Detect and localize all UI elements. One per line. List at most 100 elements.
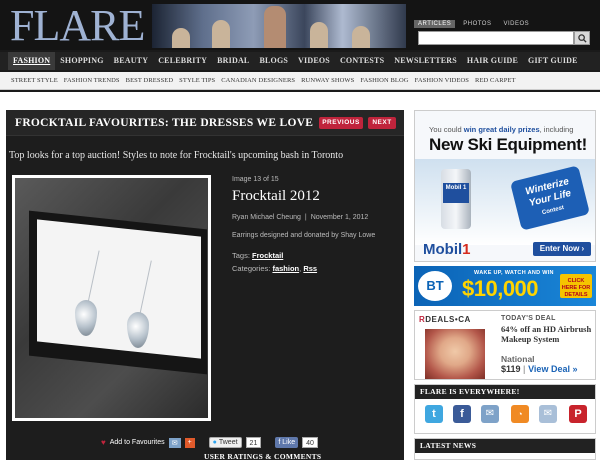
category-separator: ,: [299, 264, 302, 273]
twitter-bird-icon: ●: [212, 439, 217, 446]
tweet-count: 21: [245, 437, 262, 448]
nav-item-fashion[interactable]: FASHION: [8, 52, 56, 70]
ad-mobil-line1: You could win great daily prizes, includ…: [429, 125, 573, 134]
plus-share-icon[interactable]: +: [184, 437, 195, 448]
bt-prize-amount: $10,000: [462, 276, 539, 301]
site-header: FLARE ARTICLES PHOTOS VIDEOS: [0, 0, 600, 50]
tweet-button[interactable]: ● Tweet: [208, 437, 242, 448]
search-area: ARTICLES PHOTOS VIDEOS: [414, 20, 594, 46]
rss-icon[interactable]: ◔: [511, 405, 529, 423]
mobil-brand: Mobil: [423, 241, 463, 258]
latest-news-heading: LATEST NEWS: [415, 439, 595, 453]
facebook-like-button[interactable]: f Like: [275, 437, 299, 448]
flare-everywhere-widget: FLARE IS EVERYWHERE! t f ✉ ◔ ✉ P: [414, 384, 596, 434]
byline: Ryan Michael Cheung | November 1, 2012: [232, 214, 402, 221]
search-input[interactable]: [418, 31, 574, 45]
search-button[interactable]: [574, 31, 590, 45]
facebook-icon[interactable]: f: [453, 405, 471, 423]
nav-item-videos[interactable]: VIDEOS: [293, 52, 335, 70]
deal-price: $119: [501, 364, 521, 374]
tags-line: Tags: Frocktail: [232, 251, 402, 260]
email-icon[interactable]: ✉: [481, 405, 499, 423]
category-link-rss[interactable]: Rss: [303, 264, 317, 273]
enter-now-button[interactable]: Enter Now ›: [533, 242, 591, 256]
oil-bottle-label: Mobil 1: [443, 183, 469, 203]
mail-icon[interactable]: ✉: [539, 405, 557, 423]
secondary-nav: STREET STYLE FASHION TRENDS BEST DRESSED…: [0, 72, 600, 90]
categories-label: Categories:: [232, 264, 271, 273]
rdeals-logo-text: DEALS•CA: [425, 315, 471, 324]
nav-item-hair-guide[interactable]: HAIR GUIDE: [462, 52, 523, 70]
view-deal-link[interactable]: View Deal »: [528, 364, 577, 374]
gallery-photo[interactable]: [12, 175, 211, 421]
bt-click-here-button[interactable]: CLICK HERE FOR DETAILS: [560, 274, 592, 298]
photo-meta: Image 13 of 15 Frocktail 2012 Ryan Micha…: [232, 176, 402, 273]
oil-bottle-image: Mobil 1: [441, 169, 471, 229]
search-tab-videos[interactable]: VIDEOS: [499, 20, 533, 28]
photo-title: Frocktail 2012: [232, 188, 320, 204]
category-link-fashion[interactable]: fashion: [272, 264, 299, 273]
primary-nav: FASHION SHOPPING BEAUTY CELEBRITY BRIDAL…: [0, 52, 600, 70]
image-counter: Image 13 of 15: [232, 176, 279, 183]
latest-news-widget: LATEST NEWS: [414, 438, 596, 460]
email-share-icon[interactable]: ✉: [168, 437, 181, 448]
add-to-favourites-link[interactable]: Add to Favourites: [110, 439, 165, 446]
runway-figure: [352, 26, 370, 48]
subnav-best-dressed[interactable]: BEST DRESSED: [123, 77, 177, 84]
bt-ad[interactable]: BT WAKE UP, WATCH AND WIN $10,000 CLICK …: [414, 266, 596, 306]
rdeals-logo: RDEALS•CA: [419, 315, 471, 324]
nav-item-bridal[interactable]: BRIDAL: [212, 52, 254, 70]
next-button[interactable]: NEXT: [368, 117, 396, 129]
tag-link-frocktail[interactable]: Frocktail: [252, 251, 283, 260]
runway-figure: [212, 20, 230, 48]
subnav-style-tips[interactable]: STYLE TIPS: [176, 77, 218, 84]
search-icon: [577, 33, 587, 43]
subnav-street-style[interactable]: STREET STYLE: [8, 77, 61, 84]
nav-item-gift-guide[interactable]: GIFT GUIDE: [523, 52, 583, 70]
like-count: 40: [302, 437, 318, 448]
subnav-red-carpet[interactable]: RED CARPET: [472, 77, 519, 84]
tags-label: Tags:: [232, 251, 250, 260]
subnav-fashion-videos[interactable]: FASHION VIDEOS: [412, 77, 472, 84]
nav-item-celebrity[interactable]: CELEBRITY: [153, 52, 212, 70]
gallery-subtitle: Top looks for a top auction! Styles to n…: [9, 150, 344, 161]
nav-item-blogs[interactable]: BLOGS: [254, 52, 293, 70]
like-label: Like: [282, 439, 296, 446]
deal-model-image: [425, 329, 485, 379]
subnav-fashion-trends[interactable]: FASHION TRENDS: [61, 77, 123, 84]
subnav-canadian-designers[interactable]: CANADIAN DESIGNERS: [218, 77, 298, 84]
gallery-title: FROCKTAIL FAVOURITES: THE DRESSES WE LOV…: [15, 117, 314, 129]
photo-earrings-image: [15, 178, 208, 418]
runway-figure: [310, 22, 328, 48]
nav-item-contests[interactable]: CONTESTS: [335, 52, 389, 70]
gallery-title-bar: FROCKTAIL FAVOURITES: THE DRESSES WE LOV…: [6, 110, 404, 136]
runway-figure: [172, 28, 190, 48]
author-name[interactable]: Ryan Michael Cheung: [232, 214, 301, 221]
ad-mobil-line1-suffix: , including: [539, 125, 574, 134]
nav-item-newsletters[interactable]: NEWSLETTERS: [389, 52, 462, 70]
todays-deal-label: TODAY'S DEAL: [501, 315, 556, 322]
previous-button[interactable]: PREVIOUS: [319, 117, 363, 129]
mobil-brand-mark: 1: [462, 241, 471, 258]
share-row: ♥ Add to Favourites ✉ + ● Tweet 21 f Lik…: [101, 437, 318, 448]
photo-caption: Earrings designed and donated by Shay Lo…: [232, 232, 376, 239]
mobil-logo: Mobil1: [423, 241, 471, 258]
rdeals-ad[interactable]: RDEALS•CA TODAY'S DEAL 64% off an HD Air…: [414, 310, 596, 380]
heart-icon: ♥: [101, 438, 106, 447]
deal-price-line: $119 | View Deal »: [501, 364, 577, 374]
flare-logo[interactable]: FLARE: [10, 4, 152, 48]
twitter-icon[interactable]: t: [425, 405, 443, 423]
search-tab-photos[interactable]: PHOTOS: [459, 20, 495, 28]
nav-item-shopping[interactable]: SHOPPING: [55, 52, 108, 70]
mobil-ad[interactable]: You could win great daily prizes, includ…: [414, 110, 596, 262]
byline-separator: |: [304, 214, 307, 221]
search-tab-articles[interactable]: ARTICLES: [414, 20, 456, 28]
subnav-runway-shows[interactable]: RUNWAY SHOWS: [298, 77, 357, 84]
subnav-fashion-blog[interactable]: FASHION BLOG: [357, 77, 411, 84]
jewelry-box-cushion: [37, 219, 201, 359]
search-tabs: ARTICLES PHOTOS VIDEOS: [414, 20, 594, 28]
pinterest-icon[interactable]: P: [569, 405, 587, 423]
deal-offer-text: 64% off an HD Airbrush Makeup System: [501, 324, 592, 344]
tweet-label: Tweet: [218, 439, 238, 446]
nav-item-beauty[interactable]: BEAUTY: [109, 52, 154, 70]
